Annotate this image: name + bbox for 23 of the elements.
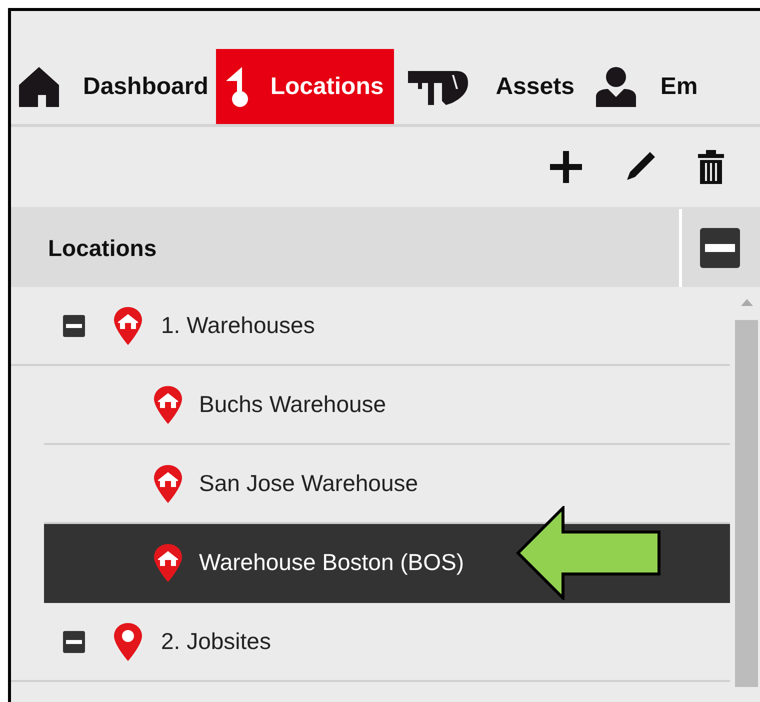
- collapse-button[interactable]: [63, 314, 85, 336]
- collapse-all-button[interactable]: [700, 228, 740, 268]
- warehouse-pin-icon: [113, 306, 143, 346]
- warehouse-pin-icon: [153, 464, 183, 504]
- tree-item-label: 2. Jobsites: [161, 628, 271, 655]
- tree-item-label: Warehouse Boston (BOS): [199, 549, 464, 576]
- warehouse-pin-icon: [153, 542, 183, 582]
- person-icon: [594, 64, 638, 108]
- tree-row[interactable]: Buchs Warehouse: [44, 366, 730, 445]
- nav-tab[interactable]: Locations: [216, 49, 394, 124]
- house-icon: [17, 64, 61, 108]
- collapse-button[interactable]: [63, 630, 85, 652]
- nav-tab[interactable]: Em: [592, 49, 706, 124]
- tree-row[interactable]: 2. Jobsites: [11, 603, 730, 682]
- tree-item-label: 1. Warehouses: [161, 312, 315, 339]
- tree-item-label: Buchs Warehouse: [199, 391, 386, 418]
- nav-tab[interactable]: Assets: [404, 49, 582, 124]
- warehouse-pin-icon: [153, 384, 183, 424]
- nav-tab[interactable]: Dashboard: [15, 49, 216, 124]
- panel-title: Locations: [48, 234, 157, 262]
- location-pin-icon: [113, 622, 143, 662]
- tree-item-label: San Jose Warehouse: [199, 470, 418, 497]
- tree-row[interactable]: 1. Warehouses: [11, 287, 730, 366]
